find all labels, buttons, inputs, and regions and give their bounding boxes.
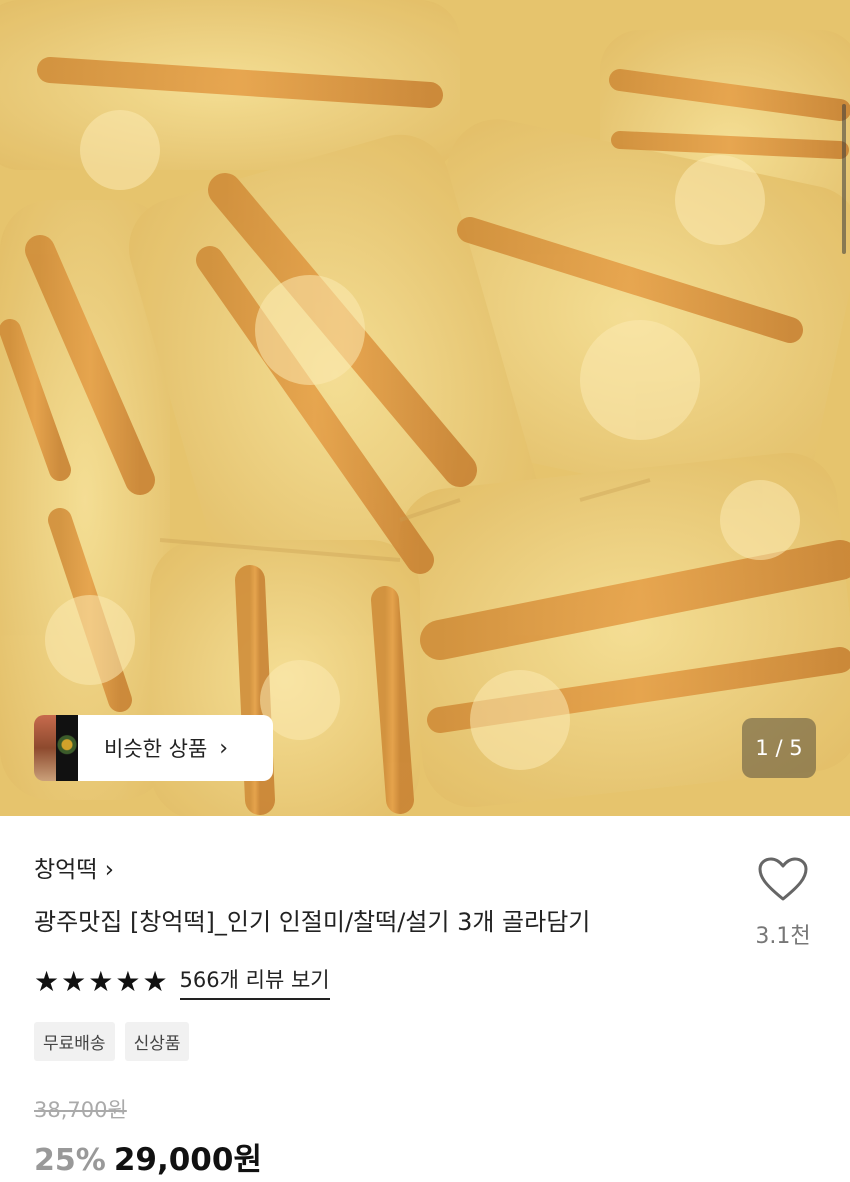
heart-icon — [758, 857, 808, 901]
star-icon: ★ — [88, 965, 114, 998]
like-button[interactable]: 3.1천 — [750, 856, 816, 950]
tag-free-shipping: 무료배송 — [34, 1022, 115, 1061]
store-link[interactable]: 창억떡 › — [34, 850, 114, 884]
sale-price: 29,000원 — [113, 1142, 262, 1178]
rating-row: ★ ★ ★ ★ ★ 566개 리뷰 보기 — [34, 964, 330, 1000]
tag-new-product: 신상품 — [124, 1022, 190, 1061]
product-title: 광주맛집 [창억떡]_인기 인절미/찰떡/설기 3개 골라담기 — [34, 908, 591, 936]
tag-list: 무료배송 신상품 — [34, 1022, 190, 1061]
like-count: 3.1천 — [755, 924, 811, 949]
chevron-right-icon: › — [219, 735, 229, 761]
star-icon: ★ — [115, 965, 141, 998]
original-price: 38,700원 — [34, 1098, 127, 1122]
star-icon: ★ — [61, 965, 87, 998]
star-icon: ★ — [34, 965, 60, 998]
gallery-scrollbar[interactable] — [842, 104, 846, 254]
image-counter: 1 / 5 — [742, 718, 816, 778]
similar-products-label: 비슷한 상품 — [104, 737, 208, 761]
review-link[interactable]: 566개 리뷰 보기 — [179, 964, 330, 1000]
similar-products-button[interactable]: 비슷한 상품 › — [34, 715, 273, 781]
product-image-gallery[interactable]: 비슷한 상품 › 1 / 5 — [0, 0, 850, 816]
product-photo — [0, 0, 850, 816]
discount-rate: 25% — [34, 1143, 106, 1178]
sale-price-row: 25% 29,000원 — [34, 1134, 262, 1179]
star-rating: ★ ★ ★ ★ ★ — [34, 968, 168, 996]
star-icon: ★ — [142, 965, 168, 998]
similar-products-thumbnail — [34, 715, 78, 781]
